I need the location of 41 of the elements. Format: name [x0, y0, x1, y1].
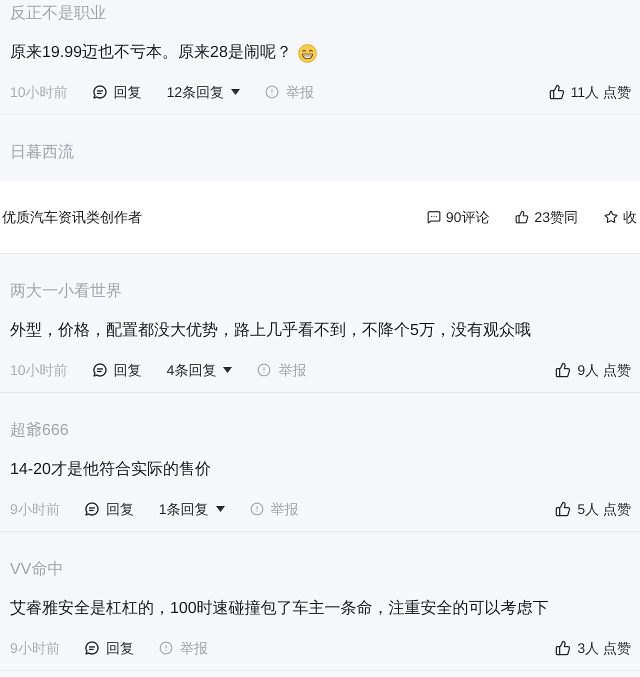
comment-text: 外型，价格，配置都没大优势，路上几乎看不到，不降个5万，没有观众哦	[10, 320, 531, 341]
replies-toggle[interactable]: 4条回复	[166, 360, 232, 380]
reply-bubble-icon	[84, 641, 99, 655]
comment-time: 10小时前	[10, 83, 68, 102]
comment-time: 10小时前	[10, 361, 68, 380]
caret-down-icon	[216, 506, 225, 512]
thumbs-up-icon	[555, 640, 572, 656]
reply-bubble-icon	[92, 85, 107, 99]
thumbs-up-icon	[555, 362, 572, 378]
thumbs-up-icon	[555, 501, 572, 517]
thumbs-up-icon	[515, 210, 530, 224]
reply-button[interactable]: 回复	[92, 360, 142, 380]
alert-circle-icon	[158, 641, 173, 655]
comment-text: 14-20才是他符合实际的售价	[10, 460, 211, 480]
alert-circle-icon	[257, 363, 272, 377]
favorite-button[interactable]: 收	[604, 207, 637, 227]
reply-button[interactable]: 回复	[84, 638, 134, 658]
comment-text: 原来19.99迈也不亏本。原来28是闹呢？	[10, 42, 292, 63]
alert-circle-icon	[265, 85, 280, 99]
caret-down-icon	[231, 89, 240, 95]
alert-circle-icon	[250, 502, 264, 516]
thumbs-up-icon	[548, 84, 565, 100]
comment-time: 9小时前	[10, 500, 60, 519]
caret-down-icon	[223, 367, 232, 373]
reply-button[interactable]: 回复	[84, 499, 134, 519]
comment-count-button[interactable]: 90评论	[426, 207, 490, 227]
reply-bubble-icon	[84, 502, 99, 516]
comment-time: 9小时前	[10, 639, 60, 658]
replies-toggle[interactable]: 12条回复	[166, 82, 240, 102]
comment-text: 艾睿雅安全是杠杠的，100时速碰撞包了车主一条命，注重安全的可以考虑下	[10, 598, 549, 619]
star-icon	[604, 210, 618, 224]
replies-toggle[interactable]: 1条回复	[158, 499, 225, 519]
reply-button[interactable]: 回复	[92, 82, 142, 102]
like-button[interactable]: 11人 点赞	[548, 82, 631, 102]
like-button[interactable]: 3人 点赞	[555, 638, 631, 658]
like-button[interactable]: 5人 点赞	[555, 499, 631, 519]
agree-button[interactable]: 23赞同	[515, 207, 578, 227]
like-button[interactable]: 9人 点赞	[555, 360, 631, 380]
reply-bubble-icon	[92, 363, 107, 377]
comment-icon	[426, 210, 441, 224]
author-title: 优质汽车资讯类创作者	[2, 208, 142, 227]
